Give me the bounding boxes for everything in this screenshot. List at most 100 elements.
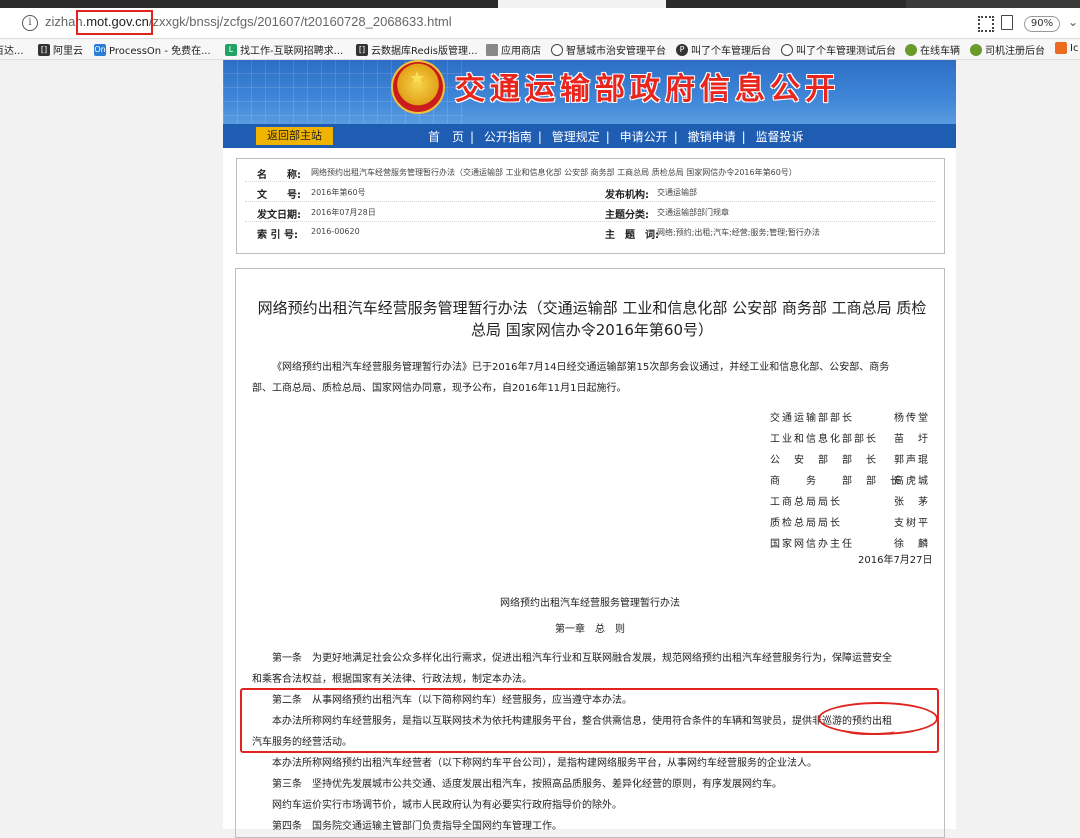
bookmarks-bar: 百达... []阿里云 OnProcessOn - 免费在... L找工作-互联… [0, 39, 1080, 60]
bookmark-label: 智慧城市治安管理平台 [566, 46, 666, 57]
signer-title: 工业和信息化部部长 [770, 434, 878, 445]
bookmark-item[interactable]: 司机注册后台 [970, 42, 1045, 57]
bookmark-item[interactable]: L 找工作-互联网招聘求... [225, 42, 343, 57]
bookmark-label: 阿里云 [53, 46, 83, 57]
nav-item-complaint[interactable]: 监督投诉 [755, 130, 803, 144]
nav-separator: | [673, 130, 678, 144]
signer-name: 高虎城 [894, 476, 930, 487]
p-icon: P [676, 43, 688, 56]
star-icon: ★ [409, 68, 426, 89]
meta-label: 主 题 词: [605, 230, 659, 241]
national-emblem-icon: ★ [391, 60, 445, 114]
nav-separator: | [470, 130, 475, 144]
nav-item-apply[interactable]: 申请公开 [620, 130, 668, 144]
site-banner: ★ 交通运输部政府信息公开 [223, 60, 956, 124]
info-icon[interactable]: i [22, 15, 38, 31]
signer-title: 交通运输部部长 [770, 413, 854, 424]
signer-row: 商 务 部 部 长高虎城 [770, 472, 928, 487]
meta-value: 网络;预约;出租;汽车;经营;服务;管理;暂行办法 [657, 228, 820, 237]
meta-label: 主题分类: [605, 210, 649, 221]
bookmark-item[interactable]: On ProcessOn - 免费在... [94, 42, 211, 57]
nav-item-revoke[interactable]: 撤销申请 [688, 130, 736, 144]
qr-code-icon[interactable] [978, 16, 994, 32]
orange-icon [1055, 42, 1067, 54]
bookmark-item[interactable]: 应用商店 [486, 42, 541, 57]
leaf-icon [970, 43, 982, 56]
meta-value: 交通运输部部门规章 [657, 208, 729, 217]
article-title: 网络预约出租汽车经营服务管理暂行办法（交通运输部 工业和信息化部 公安部 商务部… [256, 297, 928, 341]
signer-title: 工商总局局长 [770, 497, 842, 508]
bookmark-label: 应用商店 [501, 46, 541, 57]
article-paragraph: 本办法所称网络预约出租汽车经营者（以下称网约车平台公司），是指构建网络服务平台，… [272, 758, 817, 769]
bookmark-label: 找工作-互联网招聘求... [240, 46, 344, 57]
nav-item-guide[interactable]: 公开指南 [484, 130, 532, 144]
signer-name: 支树平 [894, 518, 930, 529]
browser-tab-strip [0, 0, 1080, 8]
address-bar[interactable]: i zizhan.mot.gov.cn/zxxgk/bnssj/zcfgs/20… [0, 8, 1080, 39]
meta-label: 名 称: [257, 170, 301, 181]
intro-line: 部、工商总局、质检总局、国家网信办同意，现予公布，自2016年11月1日起施行。 [252, 383, 627, 394]
browser-tab[interactable] [906, 0, 1080, 8]
bookmark-item[interactable]: 在线车辆 [905, 42, 960, 57]
signer-row: 质检总局局长 支树平 [770, 514, 928, 529]
url-path: /zxxgk/bnssj/zcfgs/201607/t20160728_2068… [148, 14, 452, 29]
regulation-title: 网络预约出租汽车经营服务管理暂行办法 [500, 598, 680, 609]
bracket-icon: [] [356, 43, 368, 56]
article-paragraph: 和乘客合法权益，根据国家有关法律、行政法规，制定本办法。 [252, 674, 532, 685]
globe-icon [781, 43, 793, 56]
bookmark-item[interactable]: [] 云数据库Redis版管理... [356, 42, 478, 57]
bookmark-label: 在线车辆 [920, 46, 960, 57]
bookmark-label: 叫了个车管理测试后台 [796, 46, 896, 57]
home-link-button[interactable]: 返回部主站 [256, 127, 333, 145]
nav-item-rules[interactable]: 管理规定 [552, 130, 600, 144]
bookmark-item[interactable]: 百达... [0, 42, 24, 57]
signer-name: 徐 麟 [894, 539, 930, 550]
bookmark-label: 云数据库Redis版管理... [371, 46, 478, 57]
site-title: 交通运输部政府信息公开 [455, 72, 840, 107]
article-paragraph: 第一条 为更好地满足社会公众多样化出行需求，促进出租汽车行业和互联网融合发展，规… [272, 653, 892, 664]
meta-value: 2016年第60号 [311, 188, 366, 197]
signer-row: 公 安 部 部 长 郭声琨 [770, 451, 928, 466]
chapter-heading: 第一章 总 则 [555, 624, 625, 635]
site-navbar: 返回部主站 首 页 | 公开指南 | 管理规定 | 申请公开 | 撤销申请 | 监督投诉 [223, 124, 956, 148]
processon-icon: On [94, 43, 106, 56]
bookmark-item[interactable]: Ic [1055, 42, 1078, 54]
signer-name: 苗 圩 [894, 434, 930, 445]
sign-date: 2016年7月27日 [858, 555, 933, 566]
bookmark-item[interactable]: [] 阿里云 [38, 42, 83, 57]
bookmark-item[interactable]: P 叫了个车管理后台 [676, 42, 771, 57]
signer-row: 国家网信办主任 徐 麟 [770, 535, 928, 550]
meta-value: 交通运输部 [657, 188, 697, 197]
l-icon: L [225, 43, 237, 56]
signer-title: 国家网信办主任 [770, 539, 854, 550]
meta-label: 发文日期: [257, 210, 301, 221]
globe-icon [551, 43, 563, 56]
signer-row: 工商总局局长 张 茅 [770, 493, 928, 508]
meta-row-docno: 文 号: 2016年第60号 发布机构: 交通运输部 [245, 183, 935, 202]
nav-item-home[interactable]: 首 页 [428, 130, 464, 144]
meta-value: 网络预约出租汽车经营服务管理暂行办法（交通运输部 工业和信息化部 公安部 商务部… [311, 168, 797, 177]
bookmark-item[interactable]: 叫了个车管理测试后台 [781, 42, 896, 57]
leaf-icon [905, 43, 917, 56]
signer-title: 商 务 部 部 长 [770, 476, 902, 487]
bookmark-label: 百达... [0, 46, 24, 57]
chevron-down-icon[interactable]: ⌄ [1068, 15, 1078, 29]
signer-row: 交通运输部部长 杨传堂 [770, 409, 928, 424]
meta-label: 文 号: [257, 190, 301, 201]
article-paragraph: 第四条 国务院交通运输主管部门负责指导全国网约车管理工作。 [272, 821, 562, 832]
bookmark-label: ProcessOn - 免费在... [109, 46, 211, 57]
signer-name: 张 茅 [894, 497, 930, 508]
meta-value: 2016-00620 [311, 227, 360, 236]
active-tab[interactable] [498, 0, 666, 8]
meta-row-index: 索 引 号: 2016-00620 主 题 词: 网络;预约;出租;汽车;经营;… [245, 223, 935, 241]
zoom-indicator[interactable]: 90% [1024, 16, 1060, 32]
nav-separator: | [741, 130, 746, 144]
article-paragraph: 第三条 坚持优先发展城市公共交通、适度发展出租汽车，按照高品质服务、差异化经营的… [272, 779, 782, 790]
title-line: 总局 国家网信办令2016年第60号） [470, 321, 714, 339]
nav-separator: | [605, 130, 610, 144]
reader-mode-icon[interactable] [1001, 15, 1013, 30]
bookmark-item[interactable]: 智慧城市治安管理平台 [551, 42, 666, 57]
nav-separator: | [537, 130, 542, 144]
meta-value: 2016年07月28日 [311, 208, 376, 217]
intro-line: 《网络预约出租汽车经营服务管理暂行办法》已于2016年7月14日经交通运输部第1… [272, 362, 890, 373]
